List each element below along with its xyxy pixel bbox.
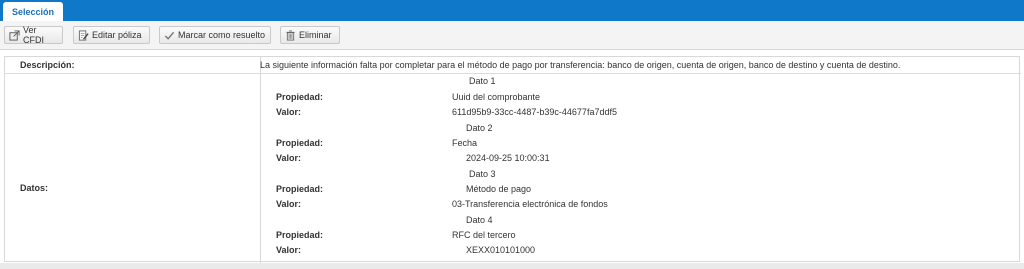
data-item-title: Dato 2 [466, 123, 493, 133]
view-cfdi-button[interactable]: Ver CFDI [4, 25, 63, 45]
property-value: Método de pago [466, 184, 532, 194]
trash-icon [286, 29, 295, 40]
mark-resolved-button[interactable]: Marcar como resuelto [159, 26, 271, 44]
property-value: Uuid del comprobante [452, 92, 541, 102]
data-item-title: Dato 1 [469, 76, 496, 86]
edit-poliza-button[interactable]: Editar póliza [73, 26, 150, 44]
toolbar: Ver CFDI Editar póliza Marcar como resue… [0, 21, 1024, 50]
check-icon [164, 31, 175, 40]
property-label: Propiedad: [276, 184, 324, 194]
data-item-title: Dato 4 [466, 215, 493, 225]
description-label: Descripción: [20, 60, 75, 70]
property-label: Propiedad: [276, 138, 324, 148]
tab-seleccion[interactable]: Selección [3, 2, 63, 21]
view-cfdi-label: Ver CFDI [23, 25, 44, 45]
value-text: XEXX010101000 [466, 245, 536, 255]
tab-bar: Selección [0, 0, 1024, 21]
edit-document-icon [78, 29, 89, 41]
value-text: 03-Transferencia electrónica de fondos [452, 199, 608, 209]
bottom-strip [0, 263, 1024, 269]
details-panel: Descripción: La siguiente información fa… [4, 56, 1021, 263]
row-divider [5, 73, 1021, 74]
value-label: Valor: [276, 153, 302, 163]
property-label: Propiedad: [276, 92, 324, 102]
data-label: Datos: [20, 183, 49, 193]
description-value: La siguiente información falta por compl… [260, 60, 901, 70]
data-item-title: Dato 3 [469, 169, 496, 179]
property-label: Propiedad: [276, 230, 324, 240]
value-text: 2024-09-25 10:00:31 [466, 153, 550, 163]
property-value: RFC del tercero [452, 230, 516, 240]
value-label: Valor: [276, 245, 302, 255]
edit-poliza-label: Editar póliza [92, 30, 142, 40]
column-divider [260, 57, 261, 263]
delete-button[interactable]: Eliminar [280, 26, 340, 44]
external-link-icon [9, 29, 20, 41]
property-value: Fecha [452, 138, 478, 148]
value-label: Valor: [276, 107, 302, 117]
value-text: 611d95b9-33cc-4487-b39c-44677fa7ddf5 [452, 107, 617, 117]
delete-label: Eliminar [299, 30, 332, 40]
mark-resolved-label: Marcar como resuelto [178, 30, 266, 40]
value-label: Valor: [276, 199, 302, 209]
